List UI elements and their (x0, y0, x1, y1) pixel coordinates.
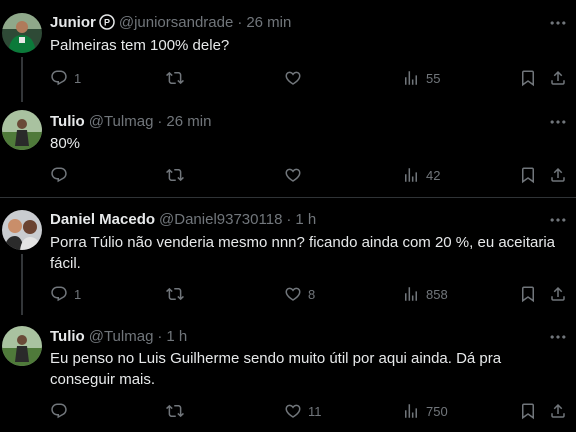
share-upload-icon (549, 69, 567, 87)
views-button[interactable]: 750 (402, 401, 448, 421)
bookmark-button[interactable] (519, 401, 537, 421)
share-upload-icon (549, 285, 567, 303)
user-handle[interactable]: @Tulmag (89, 328, 154, 345)
timestamp[interactable]: 26 min (166, 113, 211, 130)
speech-bubble-icon (50, 402, 68, 420)
palmeiras-badge-icon: P (99, 14, 115, 30)
separator: · (237, 13, 243, 31)
view-count: 42 (426, 167, 441, 183)
tweet-text: Eu penso no Luis Guilherme sendo muito ú… (50, 350, 502, 388)
share-upload-icon (549, 166, 567, 184)
tweet-header: Junior P @juniorsandrade · 26 min (50, 12, 291, 32)
share-button[interactable] (549, 401, 567, 421)
action-bar: 1 8 858 (0, 284, 576, 304)
retweet-button[interactable] (166, 401, 190, 421)
avatar[interactable] (2, 110, 42, 150)
action-bar: 11 750 (0, 401, 576, 421)
svg-text:P: P (104, 18, 110, 28)
tweet-text: Porra Túlio não venderia mesmo nnn? fica… (50, 234, 556, 272)
bookmark-button[interactable] (519, 284, 537, 304)
share-button[interactable] (549, 68, 567, 88)
reply-button[interactable]: 1 (50, 284, 81, 304)
view-count: 55 (426, 70, 441, 86)
retweet-button[interactable] (166, 68, 190, 88)
more-horizontal-icon[interactable] (548, 327, 568, 347)
avatar[interactable] (2, 13, 42, 53)
display-name[interactable]: Junior (50, 14, 96, 31)
tweet-daniel[interactable]: Daniel Macedo @Daniel93730118 · 1 h Porr… (0, 198, 576, 315)
views-button[interactable]: 42 (402, 165, 440, 185)
retweet-button[interactable] (166, 284, 190, 304)
bar-chart-icon (402, 402, 420, 420)
views-button[interactable]: 55 (402, 68, 440, 88)
like-button[interactable] (284, 68, 308, 88)
separator: · (286, 210, 292, 228)
avatar[interactable] (2, 326, 42, 366)
action-bar: 1 55 (0, 68, 576, 88)
separator: · (157, 112, 163, 130)
tweet-text: Palmeiras tem 100% dele? (50, 37, 230, 54)
separator: · (157, 327, 163, 345)
more-horizontal-icon[interactable] (548, 112, 568, 132)
tweet-tulio-1[interactable]: Tulio @Tulmag · 26 min 80% 42 (0, 102, 576, 197)
reply-count: 1 (74, 286, 82, 302)
heart-icon (284, 69, 302, 87)
timestamp[interactable]: 1 h (166, 328, 187, 345)
user-handle[interactable]: @Daniel93730118 (159, 211, 282, 228)
action-bar: 42 (0, 165, 576, 185)
reply-count: 1 (74, 70, 82, 86)
retweet-arrows-icon (166, 402, 184, 420)
tweet-junior[interactable]: Junior P @juniorsandrade · 26 min Palmei… (0, 0, 576, 102)
tweet-header: Tulio @Tulmag · 1 h (50, 326, 187, 346)
like-button[interactable] (284, 165, 308, 185)
tweet-header: Tulio @Tulmag · 26 min (50, 111, 211, 131)
speech-bubble-icon (50, 166, 68, 184)
bookmark-icon (519, 69, 537, 87)
like-count: 8 (308, 286, 316, 302)
bookmark-button[interactable] (519, 68, 537, 88)
avatar[interactable] (2, 210, 42, 250)
display-name[interactable]: Tulio (50, 328, 85, 345)
like-count: 11 (308, 403, 322, 419)
tweet-tulio-2[interactable]: Tulio @Tulmag · 1 h Eu penso no Luis Gui… (0, 315, 576, 432)
bookmark-icon (519, 166, 537, 184)
retweet-arrows-icon (166, 166, 184, 184)
more-horizontal-icon[interactable] (548, 13, 568, 33)
view-count: 858 (426, 286, 448, 302)
share-upload-icon (549, 402, 567, 420)
heart-icon (284, 166, 302, 184)
user-handle[interactable]: @Tulmag (89, 113, 154, 130)
speech-bubble-icon (50, 69, 68, 87)
bar-chart-icon (402, 285, 420, 303)
bookmark-icon (519, 402, 537, 420)
timestamp[interactable]: 26 min (246, 14, 291, 31)
tweet-header: Daniel Macedo @Daniel93730118 · 1 h (50, 209, 316, 229)
display-name[interactable]: Daniel Macedo (50, 211, 155, 228)
like-button[interactable]: 8 (284, 284, 315, 304)
user-handle[interactable]: @juniorsandrade (119, 14, 233, 31)
bar-chart-icon (402, 69, 420, 87)
display-name[interactable]: Tulio (50, 113, 85, 130)
reply-button[interactable] (50, 401, 74, 421)
heart-icon (284, 402, 302, 420)
retweet-arrows-icon (166, 285, 184, 303)
like-button[interactable]: 11 (284, 401, 322, 421)
timestamp[interactable]: 1 h (295, 211, 316, 228)
bookmark-icon (519, 285, 537, 303)
reply-button[interactable]: 1 (50, 68, 81, 88)
more-horizontal-icon[interactable] (548, 210, 568, 230)
share-button[interactable] (549, 284, 567, 304)
speech-bubble-icon (50, 285, 68, 303)
views-button[interactable]: 858 (402, 284, 448, 304)
reply-button[interactable] (50, 165, 74, 185)
view-count: 750 (426, 403, 448, 419)
retweet-arrows-icon (166, 69, 184, 87)
bar-chart-icon (402, 166, 420, 184)
share-button[interactable] (549, 165, 567, 185)
retweet-button[interactable] (166, 165, 190, 185)
tweet-text: 80% (50, 135, 81, 152)
bookmark-button[interactable] (519, 165, 537, 185)
heart-icon (284, 285, 302, 303)
